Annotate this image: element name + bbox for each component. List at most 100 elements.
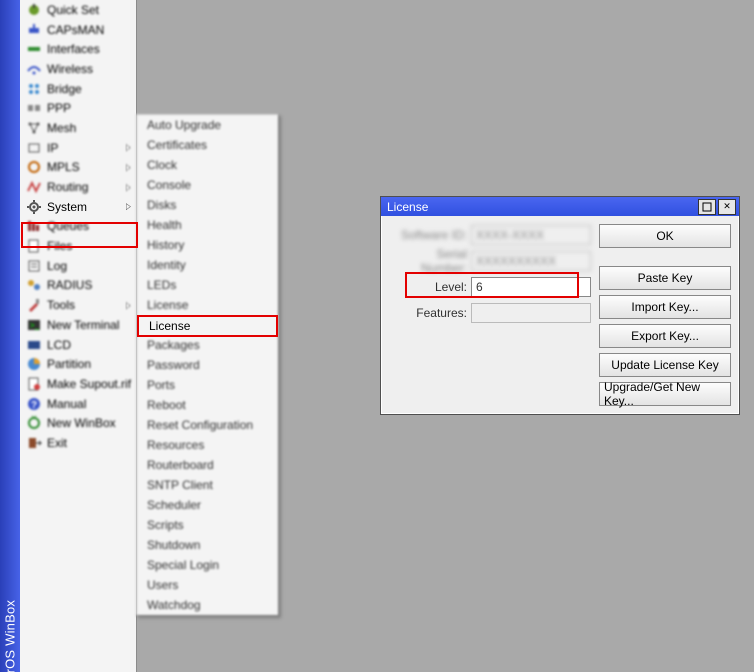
sidebar-item-tools[interactable]: Tools ▷ bbox=[20, 295, 136, 315]
sidebar-item-new-terminal[interactable]: >_ New Terminal bbox=[20, 315, 136, 335]
submenu-item-resources[interactable]: Resources bbox=[137, 435, 278, 455]
submenu-label: History bbox=[147, 238, 184, 252]
level-row: Level: 6 bbox=[389, 276, 591, 298]
sidebar-item-exit[interactable]: Exit bbox=[20, 433, 136, 453]
sidebar-item-radius[interactable]: RADIUS bbox=[20, 276, 136, 296]
submenu-label: SNTP Client bbox=[147, 478, 213, 492]
sidebar-item-mpls[interactable]: MPLS ▷ bbox=[20, 158, 136, 178]
submenu-label: Shutdown bbox=[147, 538, 200, 552]
submenu-label: Console bbox=[147, 178, 191, 192]
submenu-item-clock[interactable]: Clock bbox=[137, 155, 278, 175]
submenu-label: Clock bbox=[147, 158, 177, 172]
system-submenu: Auto Upgrade Certificates Clock Console … bbox=[136, 114, 279, 616]
upgrade-get-key-button[interactable]: Upgrade/Get New Key... bbox=[599, 382, 731, 406]
submenu-label: License bbox=[147, 298, 188, 312]
sidebar-item-mesh[interactable]: Mesh bbox=[20, 118, 136, 138]
highlight-license: License bbox=[137, 315, 278, 337]
sidebar-item-manual[interactable]: ? Manual bbox=[20, 394, 136, 414]
capsman-icon bbox=[26, 22, 42, 38]
submenu-item-certificates[interactable]: Certificates bbox=[137, 135, 278, 155]
submenu-item-console[interactable]: Console bbox=[137, 175, 278, 195]
update-license-button[interactable]: Update License Key bbox=[599, 353, 731, 377]
supout-icon bbox=[26, 376, 42, 392]
sidebar-item-system[interactable]: System ▷ bbox=[20, 197, 136, 217]
submenu-label: Auto Upgrade bbox=[147, 118, 221, 132]
submenu-item-password[interactable]: Password bbox=[137, 355, 278, 375]
submenu-label: Identity bbox=[147, 258, 186, 272]
sidebar-item-make-supout[interactable]: Make Supout.rif bbox=[20, 374, 136, 394]
submenu-item-reboot[interactable]: Reboot bbox=[137, 395, 278, 415]
import-key-button[interactable]: Import Key... bbox=[599, 295, 731, 319]
submenu-item-sntp-client[interactable]: SNTP Client bbox=[137, 475, 278, 495]
sidebar-item-label: MPLS bbox=[47, 160, 125, 174]
sidebar-item-label: LCD bbox=[47, 338, 132, 352]
sidebar-item-files[interactable]: Files bbox=[20, 236, 136, 256]
sidebar-item-wireless[interactable]: Wireless bbox=[20, 59, 136, 79]
app-titlebar: RouterOS WinBox bbox=[0, 0, 20, 672]
submenu-item-disks[interactable]: Disks bbox=[137, 195, 278, 215]
app-title: RouterOS WinBox bbox=[3, 600, 18, 672]
sidebar-item-quickset[interactable]: Quick Set bbox=[20, 0, 136, 20]
submenu-label: Reboot bbox=[147, 398, 186, 412]
chevron-right-icon: ▷ bbox=[126, 162, 131, 173]
sidebar-item-interfaces[interactable]: Interfaces bbox=[20, 39, 136, 59]
files-icon bbox=[26, 238, 42, 254]
sidebar-item-partition[interactable]: Partition bbox=[20, 354, 136, 374]
sidebar-item-label: Exit bbox=[47, 436, 132, 450]
submenu-item-users[interactable]: Users bbox=[137, 575, 278, 595]
submenu-item-routerboard[interactable]: Routerboard bbox=[137, 455, 278, 475]
sidebar-item-log[interactable]: Log bbox=[20, 256, 136, 276]
sidebar-item-label: System bbox=[47, 200, 125, 214]
submenu-item-license[interactable]: License bbox=[137, 295, 278, 315]
sidebar-item-capsman[interactable]: CAPsMAN bbox=[20, 20, 136, 40]
submenu-item-scheduler[interactable]: Scheduler bbox=[137, 495, 278, 515]
exit-icon bbox=[26, 435, 42, 451]
export-key-button[interactable]: Export Key... bbox=[599, 324, 731, 348]
sidebar-item-label: Manual bbox=[47, 397, 132, 411]
sidebar-item-new-winbox[interactable]: New WinBox bbox=[20, 413, 136, 433]
manual-icon: ? bbox=[26, 396, 42, 412]
submenu-item-health[interactable]: Health bbox=[137, 215, 278, 235]
sidebar-item-label: Tools bbox=[47, 298, 125, 312]
sidebar-item-ip[interactable]: IP ▷ bbox=[20, 138, 136, 158]
paste-key-button[interactable]: Paste Key bbox=[599, 266, 731, 290]
submenu-item-auto-upgrade[interactable]: Auto Upgrade bbox=[137, 115, 278, 135]
svg-text:>_: >_ bbox=[30, 321, 40, 330]
btn-label: Paste Key bbox=[638, 271, 693, 285]
close-button[interactable]: ✕ bbox=[718, 199, 736, 215]
sidebar-item-label: Log bbox=[47, 259, 132, 273]
log-icon bbox=[26, 258, 42, 274]
submenu-label: Packages bbox=[147, 338, 200, 352]
submenu-item-scripts[interactable]: Scripts bbox=[137, 515, 278, 535]
submenu-item-special-login[interactable]: Special Login bbox=[137, 555, 278, 575]
submenu-item-leds[interactable]: LEDs bbox=[137, 275, 278, 295]
sidebar-item-bridge[interactable]: Bridge bbox=[20, 79, 136, 99]
sidebar-item-label: Quick Set bbox=[47, 3, 132, 17]
sidebar-item-lcd[interactable]: LCD bbox=[20, 335, 136, 355]
submenu-item-ports[interactable]: Ports bbox=[137, 375, 278, 395]
submenu-item-history[interactable]: History bbox=[137, 235, 278, 255]
sidebar-item-label: New WinBox bbox=[47, 416, 132, 430]
submenu-item-reset-configuration[interactable]: Reset Configuration bbox=[137, 415, 278, 435]
btn-label: Import Key... bbox=[631, 300, 698, 314]
software-id-row: Software ID: XXXX-XXXX bbox=[389, 224, 591, 246]
sidebar-item-queues[interactable]: Queues bbox=[20, 217, 136, 237]
submenu-label: Resources bbox=[147, 438, 204, 452]
submenu-item-identity[interactable]: Identity bbox=[137, 255, 278, 275]
submenu-label-license-sharp: License bbox=[149, 319, 190, 333]
dialog-titlebar[interactable]: License ✕ bbox=[381, 197, 739, 216]
submenu-item-watchdog[interactable]: Watchdog bbox=[137, 595, 278, 615]
minimize-button[interactable] bbox=[698, 199, 716, 215]
ok-button[interactable]: OK bbox=[599, 224, 731, 248]
sidebar-item-ppp[interactable]: PPP bbox=[20, 98, 136, 118]
wireless-icon bbox=[26, 61, 42, 77]
sidebar-item-routing[interactable]: Routing ▷ bbox=[20, 177, 136, 197]
features-value bbox=[471, 303, 591, 323]
radius-icon bbox=[26, 277, 42, 293]
sidebar: Quick Set CAPsMAN Interfaces Wireless Br… bbox=[20, 0, 137, 672]
level-label: Level: bbox=[389, 280, 471, 294]
partition-icon bbox=[26, 356, 42, 372]
submenu-item-packages[interactable]: Packages bbox=[137, 335, 278, 355]
submenu-item-shutdown[interactable]: Shutdown bbox=[137, 535, 278, 555]
submenu-label: Password bbox=[147, 358, 200, 372]
